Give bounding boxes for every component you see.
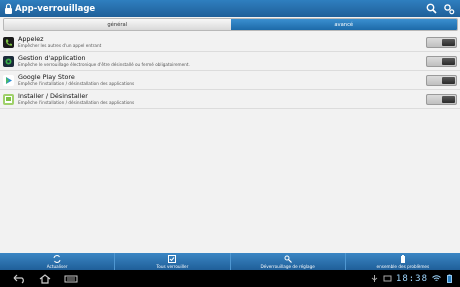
toggle-knob bbox=[442, 39, 455, 46]
phone-app-icon bbox=[3, 36, 14, 48]
back-icon[interactable] bbox=[12, 274, 26, 284]
toggle-switch[interactable] bbox=[426, 56, 457, 67]
tab-advanced[interactable]: avancé bbox=[230, 19, 457, 30]
app-title: App-verrouillage bbox=[15, 3, 96, 14]
refresh-icon bbox=[53, 255, 61, 263]
usb-icon bbox=[370, 274, 379, 283]
lock-all-button[interactable]: Tous verrouiller bbox=[115, 253, 231, 270]
list-item[interactable]: Installer / Désinstaller Empêche l'insta… bbox=[0, 90, 460, 109]
list-item[interactable]: Google Play Store Empêche l'installation… bbox=[0, 71, 460, 90]
toggle-switch[interactable] bbox=[426, 94, 457, 105]
toggle-knob bbox=[442, 96, 455, 103]
item-title: Gestion d'application bbox=[18, 54, 86, 63]
refresh-label: Actualiser bbox=[46, 264, 68, 269]
toggle-switch[interactable] bbox=[426, 75, 457, 86]
toggle-knob bbox=[442, 77, 455, 84]
unlock-settings-button[interactable]: Déverrouillage de réglage bbox=[231, 253, 346, 270]
item-title: Google Play Store bbox=[18, 73, 75, 82]
item-subtitle: Empêche l'installation / désinstallation… bbox=[18, 80, 135, 86]
play-store-icon bbox=[3, 74, 14, 86]
lock-icon bbox=[3, 3, 13, 15]
item-subtitle: Empêche le verrouillage électronique d'ê… bbox=[18, 61, 190, 67]
system-bar: 18:38 bbox=[0, 270, 460, 287]
toggle-switch[interactable] bbox=[426, 37, 457, 48]
screenshot-icon bbox=[383, 274, 392, 283]
wifi-icon bbox=[432, 274, 441, 283]
settings-icon bbox=[284, 255, 292, 263]
recent-apps-icon[interactable] bbox=[64, 274, 78, 284]
action-bar: App-verrouillage bbox=[0, 0, 460, 17]
list-item[interactable]: Gestion d'application Empêche le verroui… bbox=[0, 52, 460, 71]
app-manager-icon bbox=[3, 55, 14, 67]
toggle-knob bbox=[442, 58, 455, 65]
lock-all-label: Tous verrouiller bbox=[156, 264, 189, 269]
item-subtitle: Empêche l'installation / désinstallation… bbox=[18, 99, 135, 105]
checkbox-icon bbox=[168, 255, 177, 263]
installer-icon bbox=[3, 93, 14, 105]
clock: 18:38 bbox=[395, 273, 428, 284]
unlock-settings-label: Déverrouillage de réglage bbox=[260, 264, 315, 269]
settings-icon[interactable] bbox=[443, 3, 455, 15]
battery-icon bbox=[399, 255, 407, 263]
tab-general[interactable]: général bbox=[4, 19, 231, 30]
tab-bar: général avancé bbox=[3, 18, 458, 31]
refresh-button[interactable]: Actualiser bbox=[0, 253, 116, 270]
item-title: Appelez bbox=[18, 35, 44, 44]
problems-label: ensemble des problèmes bbox=[376, 264, 430, 269]
problems-button[interactable]: ensemble des problèmes bbox=[346, 253, 460, 270]
bottom-toolbar: Actualiser Tous verrouiller Déverrouilla… bbox=[0, 253, 460, 270]
home-icon[interactable] bbox=[38, 273, 52, 284]
item-title: Installer / Désinstaller bbox=[18, 92, 88, 101]
search-icon[interactable] bbox=[425, 3, 437, 15]
settings-list: Appelez Empêcher les autres d'un appel e… bbox=[0, 33, 460, 109]
list-item[interactable]: Appelez Empêcher les autres d'un appel e… bbox=[0, 33, 460, 52]
item-subtitle: Empêcher les autres d'un appel entrant bbox=[18, 42, 102, 48]
battery-icon bbox=[445, 274, 454, 283]
